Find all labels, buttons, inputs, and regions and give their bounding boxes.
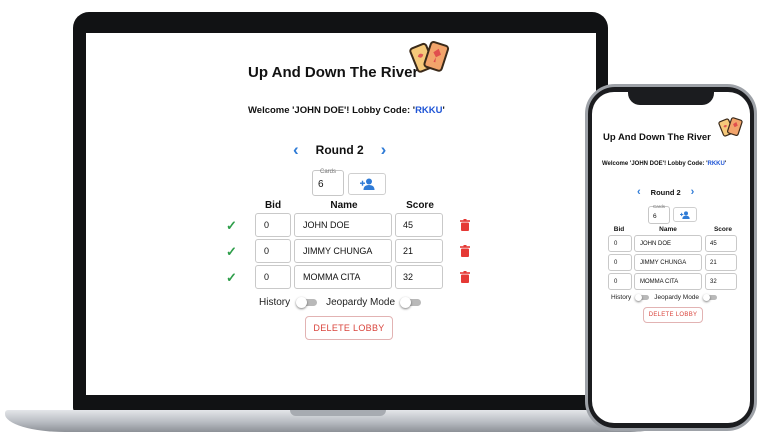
trash-icon[interactable] xyxy=(460,271,470,283)
history-label: History xyxy=(611,294,632,301)
add-player-button[interactable] xyxy=(673,207,697,222)
phone-screen: Up And Down The River Welcome 'JOHN DOE'… xyxy=(592,92,750,423)
cards-caption: Cards xyxy=(320,169,337,175)
add-player-button[interactable] xyxy=(348,173,386,195)
check-icon[interactable]: ✓ xyxy=(226,270,237,286)
history-toggle[interactable] xyxy=(635,294,650,301)
app-title: Up And Down The River xyxy=(603,132,711,143)
score-field[interactable]: 32 xyxy=(395,265,443,289)
welcome-message: Welcome 'JOHN DOE'! Lobby Code: 'RKKU' xyxy=(602,161,726,167)
jeopardy-toggle[interactable] xyxy=(400,297,422,308)
bid-input[interactable]: 0 xyxy=(608,235,632,252)
player-name-field[interactable]: MOMMA CITA xyxy=(634,273,702,290)
column-header-score: Score xyxy=(713,226,733,233)
trash-icon[interactable] xyxy=(460,219,470,231)
chevron-right-icon[interactable]: › xyxy=(691,186,695,198)
round-label: Round 2 xyxy=(650,187,681,197)
options-row: History Jeopardy Mode xyxy=(611,294,718,301)
round-selector: ‹ Round 2 › xyxy=(637,186,694,198)
laptop-hinge-notch xyxy=(290,410,386,416)
score-field[interactable]: 21 xyxy=(395,239,443,263)
add-person-icon xyxy=(680,210,690,219)
cards-value: 6 xyxy=(318,179,324,190)
app-title: Up And Down The River xyxy=(248,64,419,81)
welcome-prefix: Welcome 'JOHN DOE'! Lobby Code: ' xyxy=(248,105,416,116)
round-label: Round 2 xyxy=(315,143,364,157)
add-person-icon xyxy=(359,178,374,190)
player-name-field[interactable]: MOMMA CITA xyxy=(294,265,392,289)
lobby-code: RKKU xyxy=(415,105,443,116)
column-header-bid: Bid xyxy=(613,226,625,233)
cards-value: 6 xyxy=(653,213,657,220)
welcome-message: Welcome 'JOHN DOE'! Lobby Code: 'RKKU' xyxy=(248,105,445,116)
chevron-right-icon[interactable]: › xyxy=(381,140,387,160)
check-icon[interactable]: ✓ xyxy=(226,244,237,260)
player-name-field[interactable]: JIMMY CHUNGA xyxy=(634,254,702,271)
bid-input[interactable]: 0 xyxy=(255,265,291,289)
cards-caption: Cards xyxy=(653,204,666,209)
score-field[interactable]: 45 xyxy=(395,213,443,237)
column-header-name: Name xyxy=(659,226,677,233)
playing-cards-icon xyxy=(409,40,450,73)
welcome-suffix: ' xyxy=(724,161,727,167)
device-mockup-scene: Up And Down The River Welcome 'JOHN DOE'… xyxy=(0,0,770,445)
score-field[interactable]: 45 xyxy=(705,235,737,252)
jeopardy-label: Jeopardy Mode xyxy=(654,294,700,301)
chevron-left-icon[interactable]: ‹ xyxy=(293,140,299,160)
check-icon[interactable]: ✓ xyxy=(226,218,237,234)
jeopardy-toggle[interactable] xyxy=(703,294,718,301)
player-name-field[interactable]: JOHN DOE xyxy=(294,213,392,237)
laptop-screen: Up And Down The River Welcome 'JOHN DOE'… xyxy=(86,33,596,395)
phone-app: Up And Down The River Welcome 'JOHN DOE'… xyxy=(592,92,750,423)
column-header-name: Name xyxy=(330,200,358,211)
chevron-left-icon[interactable]: ‹ xyxy=(637,186,641,198)
jeopardy-label: Jeopardy Mode xyxy=(326,297,396,308)
options-row: History Jeopardy Mode xyxy=(259,297,422,308)
lobby-code: RKKU xyxy=(707,161,725,167)
column-header-score: Score xyxy=(406,200,434,211)
player-name-field[interactable]: JIMMY CHUNGA xyxy=(294,239,392,263)
round-selector: ‹ Round 2 › xyxy=(293,140,386,160)
welcome-prefix: Welcome 'JOHN DOE'! Lobby Code: ' xyxy=(602,161,708,167)
welcome-suffix: ' xyxy=(442,105,445,116)
delete-lobby-button[interactable]: DELETE LOBBY xyxy=(643,307,703,323)
score-field[interactable]: 32 xyxy=(705,273,737,290)
score-field[interactable]: 21 xyxy=(705,254,737,271)
history-toggle[interactable] xyxy=(296,297,318,308)
history-label: History xyxy=(259,297,291,308)
bid-input[interactable]: 0 xyxy=(608,273,632,290)
delete-lobby-button[interactable]: DELETE LOBBY xyxy=(305,316,393,340)
phone-notch xyxy=(628,90,714,105)
column-header-bid: Bid xyxy=(264,200,282,211)
laptop-app: Up And Down The River Welcome 'JOHN DOE'… xyxy=(86,33,596,395)
bid-input[interactable]: 0 xyxy=(255,239,291,263)
playing-cards-icon xyxy=(718,117,743,137)
player-name-field[interactable]: JOHN DOE xyxy=(634,235,702,252)
trash-icon[interactable] xyxy=(460,245,470,257)
bid-input[interactable]: 0 xyxy=(255,213,291,237)
bid-input[interactable]: 0 xyxy=(608,254,632,271)
